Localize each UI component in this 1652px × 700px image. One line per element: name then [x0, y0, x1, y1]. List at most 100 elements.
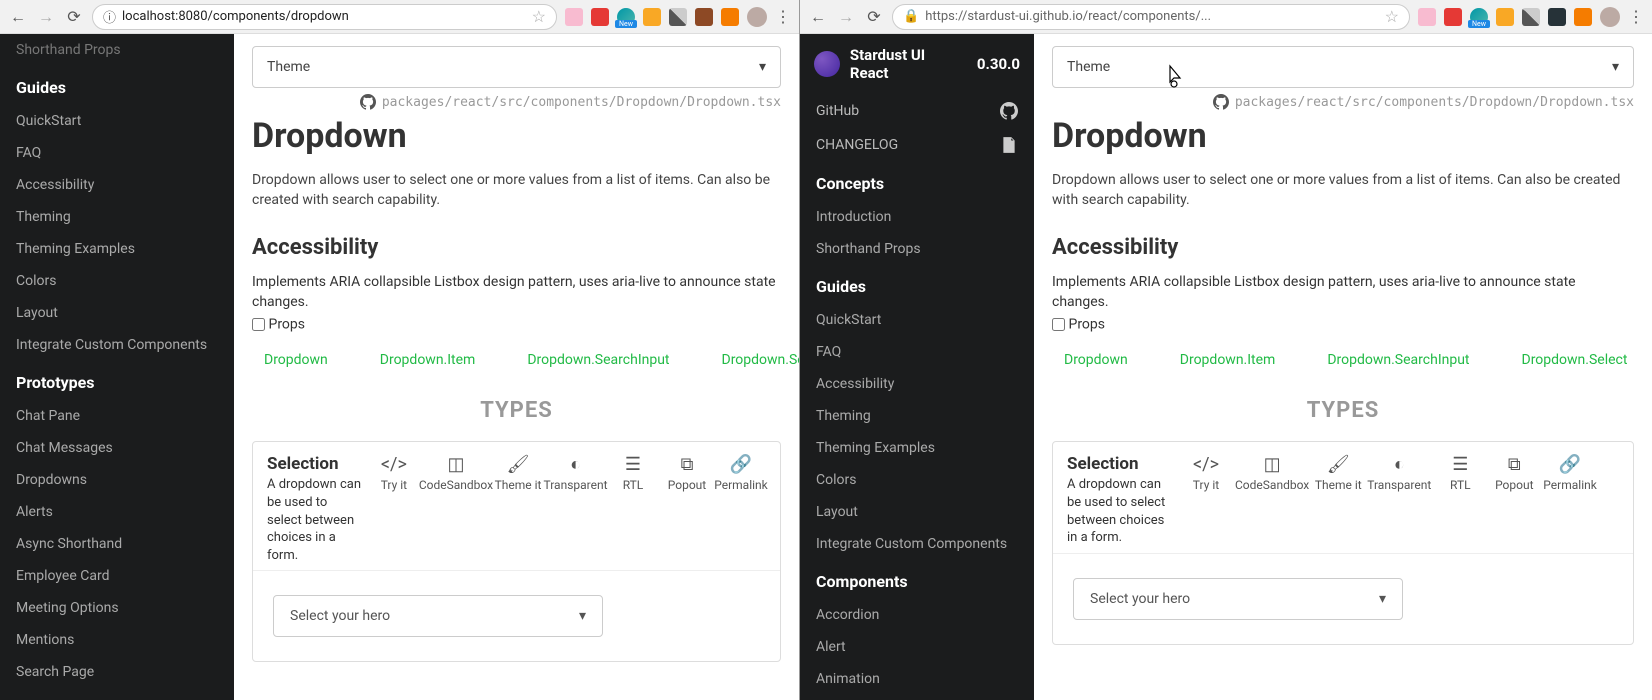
props-checkbox[interactable] [252, 318, 265, 331]
tool-permalink[interactable]: 🔗Permalink [1543, 454, 1597, 492]
tab-dropdown-select[interactable]: Dropdown.Select [710, 348, 799, 372]
extension-icon[interactable] [695, 8, 713, 26]
sidebar-item[interactable]: Alert [800, 631, 1034, 663]
sidebar-item[interactable]: Search Page [0, 656, 234, 688]
sidebar-item[interactable]: FAQ [800, 336, 1034, 368]
example-dropdown[interactable]: Select your hero ▾ [1073, 578, 1403, 620]
tool-try-it[interactable]: </>Try it [1181, 454, 1231, 492]
extension-icon[interactable] [669, 8, 687, 26]
extension-icon[interactable] [591, 8, 609, 26]
sidebar-item-colors[interactable]: Colors [0, 265, 234, 297]
extension-icon[interactable] [1548, 8, 1566, 26]
sidebar-item[interactable]: Introduction [800, 201, 1034, 233]
example-dropdown[interactable]: Select your hero ▾ [273, 595, 603, 637]
sidebar-section-prototypes: Prototypes [0, 361, 234, 400]
reload-icon[interactable]: ⟳ [864, 7, 884, 27]
menu-icon[interactable]: ⋮ [1628, 7, 1644, 26]
sidebar-item[interactable]: Mentions [0, 624, 234, 656]
tab-dropdown[interactable]: Dropdown [1052, 348, 1140, 372]
theme-select[interactable]: Theme ▾ [1052, 46, 1634, 88]
avatar[interactable] [747, 7, 767, 27]
sidebar-item[interactable]: Colors [800, 464, 1034, 496]
sidebar-item-accessibility[interactable]: Accessibility [0, 169, 234, 201]
sidebar-item-faq[interactable]: FAQ [0, 137, 234, 169]
sidebar-item[interactable]: Shorthand Props [0, 34, 234, 66]
sidebar-item[interactable]: Alerts [0, 496, 234, 528]
props-checkbox[interactable] [1052, 318, 1065, 331]
sidebar-item[interactable]: Accordion [800, 599, 1034, 631]
back-icon[interactable]: ← [8, 7, 28, 27]
tool-codesandbox[interactable]: ◫CodeSandbox [423, 454, 489, 492]
contrast-icon: ◐ [1394, 454, 1405, 474]
sidebar-link-github[interactable]: GitHub [800, 94, 1034, 128]
back-icon[interactable]: ← [808, 7, 828, 27]
source-path-text: packages/react/src/components/Dropdown/D… [382, 95, 781, 110]
extension-icon[interactable] [1470, 8, 1488, 26]
sidebar-item-integrate[interactable]: Integrate Custom Components [0, 329, 234, 361]
tab-dropdown[interactable]: Dropdown [252, 348, 340, 372]
sidebar-item-theming[interactable]: Theming [0, 201, 234, 233]
sidebar-item[interactable]: Chat Pane [0, 400, 234, 432]
tool-theme-it[interactable]: 🖌Theme it [493, 454, 543, 492]
tool-codesandbox[interactable]: ◫CodeSandbox [1235, 454, 1309, 492]
source-path[interactable]: packages/react/src/components/Dropdown/D… [1052, 94, 1634, 110]
extension-icon[interactable] [1496, 8, 1514, 26]
tool-transparent[interactable]: ◐Transparent [1367, 454, 1431, 492]
menu-icon[interactable]: ⋮ [775, 7, 791, 26]
sidebar-item[interactable]: Meeting Options [0, 592, 234, 624]
sidebar-item[interactable]: Theming [800, 400, 1034, 432]
sidebar-link-changelog[interactable]: CHANGELOG [800, 128, 1034, 162]
sidebar-item[interactable]: Integrate Custom Components [800, 528, 1034, 560]
sidebar-item-quickstart[interactable]: QuickStart [0, 105, 234, 137]
sidebar-item[interactable]: Layout [800, 496, 1034, 528]
tool-transparent[interactable]: ◐Transparent [547, 454, 604, 492]
sidebar-item[interactable]: Async Shorthand [0, 528, 234, 560]
code-icon: </> [381, 454, 407, 474]
sidebar-item[interactable]: QuickStart [800, 304, 1034, 336]
avatar[interactable] [1600, 7, 1620, 27]
extension-icon[interactable] [1444, 8, 1462, 26]
tool-theme-it[interactable]: 🖌Theme it [1313, 454, 1363, 492]
star-icon[interactable]: ☆ [1385, 7, 1399, 26]
tab-dropdown-item[interactable]: Dropdown.Item [368, 348, 488, 372]
star-icon[interactable]: ☆ [532, 7, 546, 26]
extension-icon[interactable] [643, 8, 661, 26]
tab-dropdown-searchinput[interactable]: Dropdown.SearchInput [1315, 348, 1481, 372]
extension-icon[interactable] [1522, 8, 1540, 26]
code-icon: </> [1193, 454, 1219, 474]
forward-icon[interactable]: → [836, 7, 856, 27]
tab-dropdown-item[interactable]: Dropdown.Item [1168, 348, 1288, 372]
url-bar[interactable]: ⓘ localhost:8080/components/dropdown ☆ [92, 4, 557, 30]
tool-rtl[interactable]: ☰RTL [608, 454, 658, 492]
extension-icon[interactable] [1574, 8, 1592, 26]
theme-select[interactable]: Theme ▾ [252, 46, 781, 88]
tool-popout[interactable]: ⧉Popout [662, 454, 712, 492]
tool-try-it[interactable]: </>Try it [369, 454, 419, 492]
tab-dropdown-select[interactable]: Dropdown.Select [1510, 348, 1640, 372]
extension-icon[interactable] [721, 8, 739, 26]
props-toggle[interactable]: Props [252, 316, 781, 332]
sidebar-item-theming-examples[interactable]: Theming Examples [0, 233, 234, 265]
sidebar-item[interactable]: Chat Messages [0, 432, 234, 464]
reload-icon[interactable]: ⟳ [64, 7, 84, 27]
sidebar-item[interactable]: Theming Examples [800, 432, 1034, 464]
sidebar-item[interactable]: Animation [800, 663, 1034, 695]
tool-permalink[interactable]: 🔗Permalink [716, 454, 766, 492]
extension-icon[interactable] [1418, 8, 1436, 26]
extension-icon[interactable] [617, 8, 635, 26]
extension-icon[interactable] [565, 8, 583, 26]
props-toggle[interactable]: Props [1052, 316, 1634, 332]
sidebar-item[interactable]: Shorthand Props [800, 233, 1034, 265]
sidebar-item[interactable]: Accessibility [800, 368, 1034, 400]
tab-dropdown-searchinput[interactable]: Dropdown.SearchInput [515, 348, 681, 372]
sidebar-section-components: Components [800, 560, 1034, 599]
sidebar-item[interactable]: Employee Card [0, 560, 234, 592]
sidebar-item-layout[interactable]: Layout [0, 297, 234, 329]
tool-popout[interactable]: ⧉Popout [1489, 454, 1539, 492]
forward-icon[interactable]: → [36, 7, 56, 27]
tool-rtl[interactable]: ☰RTL [1435, 454, 1485, 492]
url-bar[interactable]: 🔒 https://stardust-ui.github.io/react/co… [892, 4, 1410, 30]
example-desc: A dropdown can be used to select between… [1067, 476, 1177, 546]
sidebar-item[interactable]: Dropdowns [0, 464, 234, 496]
source-path[interactable]: packages/react/src/components/Dropdown/D… [252, 94, 781, 110]
